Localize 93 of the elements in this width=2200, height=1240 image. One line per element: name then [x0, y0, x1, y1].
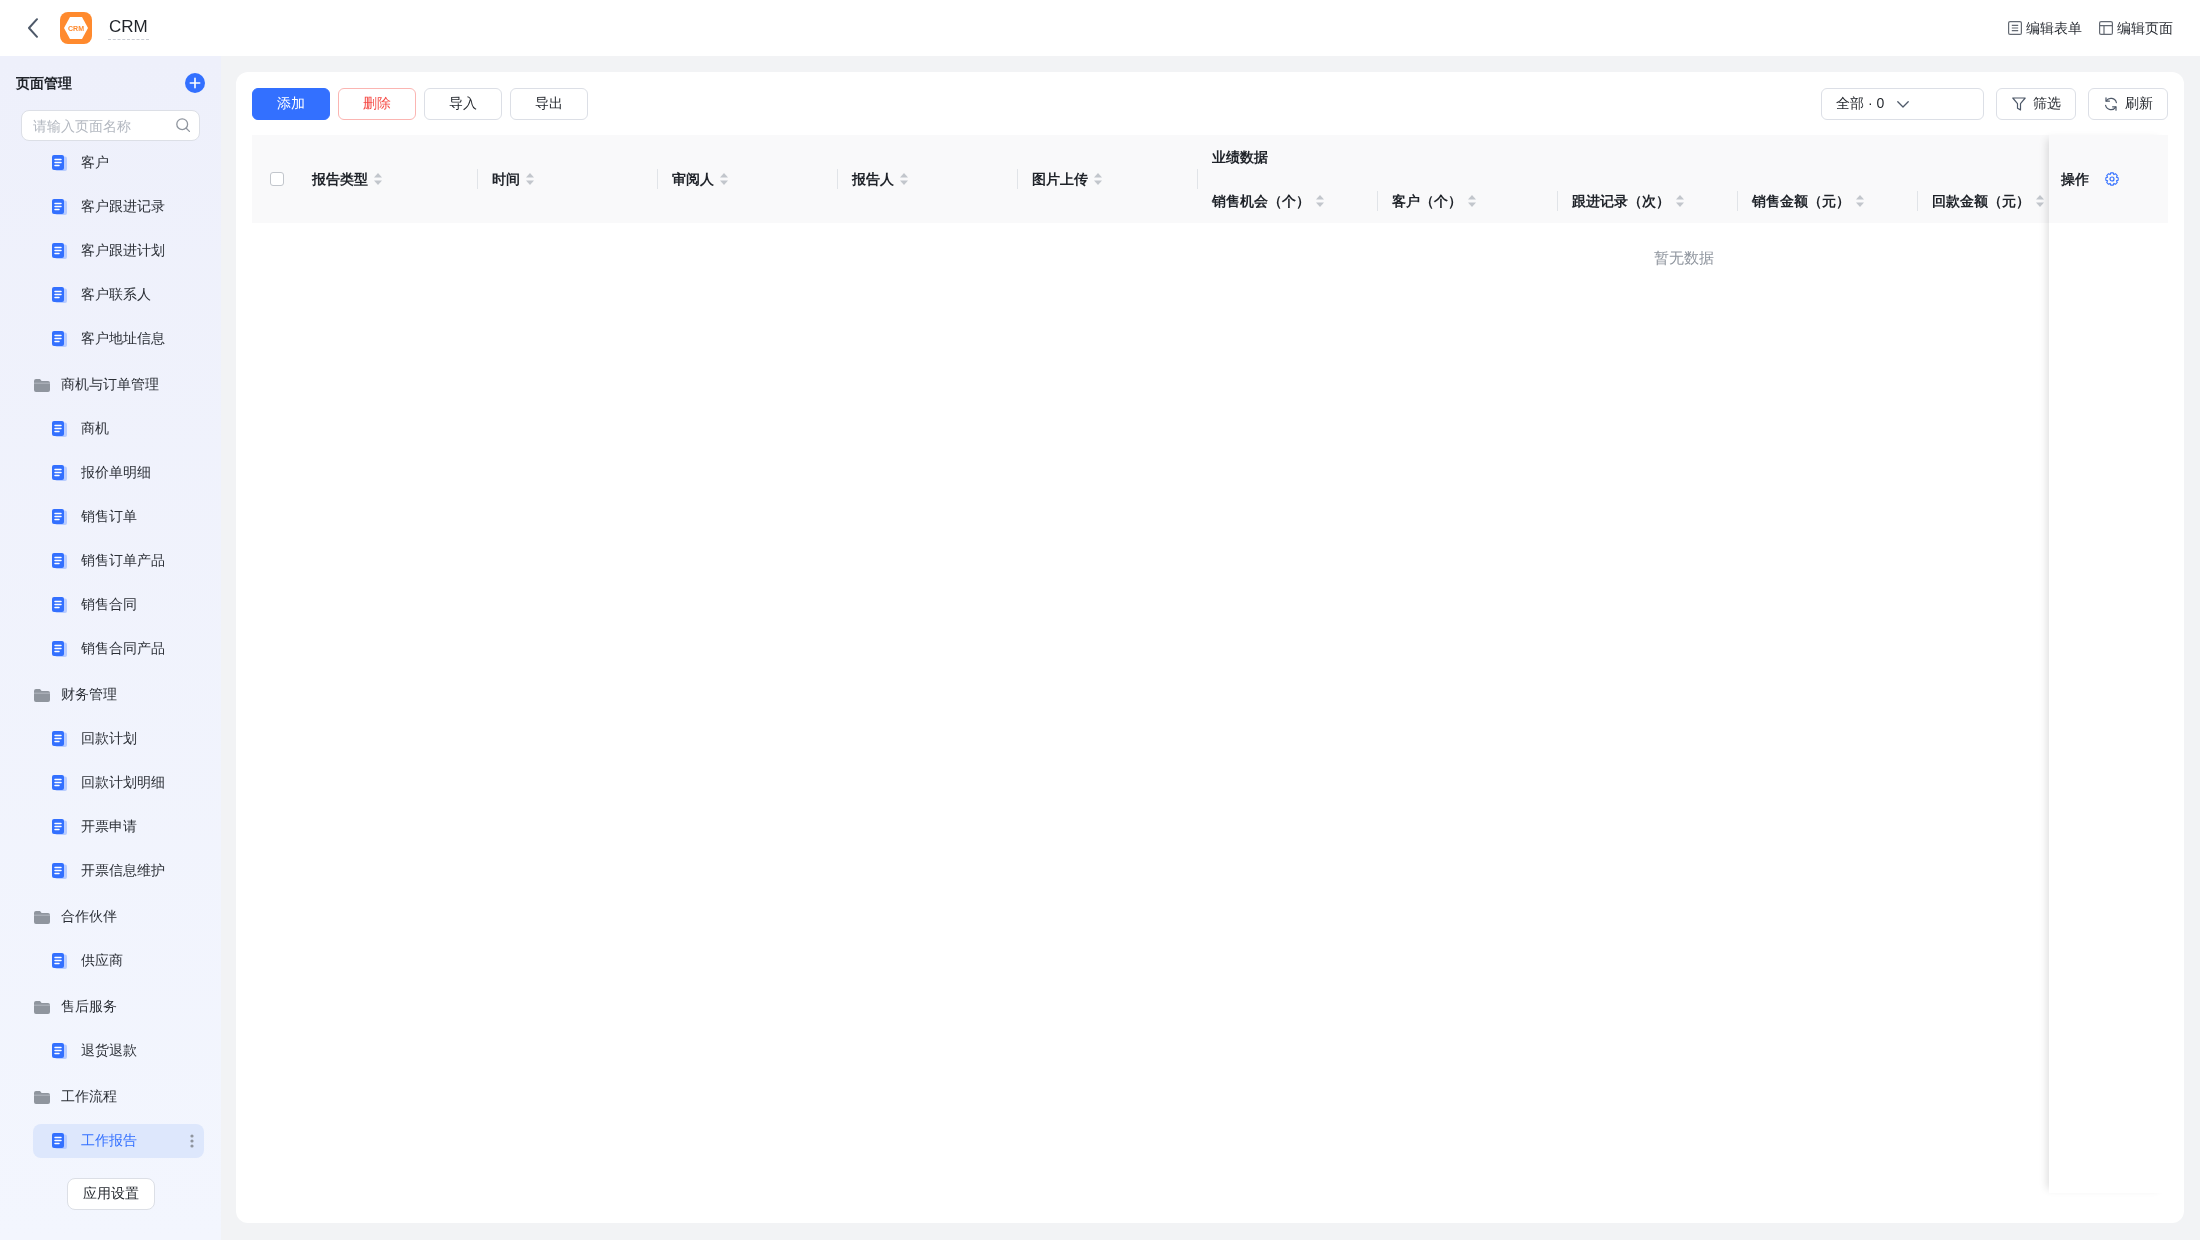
sidebar-item[interactable]: 回款计划	[33, 722, 204, 756]
empty-state-text: 暂无数据	[1654, 249, 1714, 266]
search-icon[interactable]	[176, 118, 190, 132]
column-header: 销售机会（个）	[1212, 192, 1310, 211]
more-icon[interactable]	[190, 1134, 194, 1148]
sidebar-folder[interactable]: 合作伙伴	[24, 900, 204, 934]
settings-icon[interactable]	[2105, 172, 2119, 186]
column-header: 审阅人	[672, 170, 714, 189]
sidebar-item[interactable]: 客户地址信息	[33, 322, 204, 356]
document-icon	[52, 199, 67, 215]
sort-icon[interactable]	[900, 173, 908, 185]
sidebar-item[interactable]: 销售合同	[33, 588, 204, 622]
sort-icon[interactable]	[1094, 173, 1102, 185]
folder-icon	[34, 1000, 50, 1014]
sidebar-item[interactable]: 报价单明细	[33, 456, 204, 490]
toolbar-button[interactable]: 删除	[338, 88, 416, 120]
sidebar-item[interactable]: 客户联系人	[33, 278, 204, 312]
edit-page-button[interactable]: 编辑页面	[2099, 18, 2173, 38]
toolbar-button[interactable]: 导入	[424, 88, 502, 120]
sort-icon[interactable]	[2036, 195, 2044, 207]
sidebar-folder[interactable]: 商机与订单管理	[24, 368, 204, 402]
checkbox[interactable]	[270, 172, 284, 186]
column-header: 销售金额（元）	[1752, 192, 1850, 211]
layout-icon	[2099, 21, 2113, 35]
sidebar-item[interactable]: 客户跟进记录	[33, 190, 204, 224]
document-icon	[52, 863, 67, 879]
edit-form-button[interactable]: 编辑表单	[2008, 18, 2082, 38]
folder-icon	[34, 688, 50, 702]
document-icon	[52, 819, 67, 835]
sort-icon[interactable]	[526, 173, 534, 185]
refresh-icon	[2103, 97, 2118, 111]
view-select[interactable]: 全部 · 0	[1821, 88, 1984, 120]
document-icon	[52, 1133, 67, 1149]
column-header: 回款金额（元）	[1932, 192, 2030, 211]
toolbar-button[interactable]: 添加	[252, 88, 330, 120]
column-header: 客户（个）	[1392, 192, 1462, 211]
sidebar-item[interactable]: 回款计划明细	[33, 766, 204, 800]
sidebar-item[interactable]: 退货退款	[33, 1034, 204, 1068]
sort-icon[interactable]	[1468, 195, 1476, 207]
folder-icon	[34, 378, 50, 392]
sort-icon[interactable]	[1676, 195, 1684, 207]
column-header: 时间	[492, 170, 520, 189]
sort-icon[interactable]	[374, 173, 382, 185]
filter-icon	[2011, 97, 2026, 111]
document-icon	[52, 243, 67, 259]
sidebar-folder[interactable]: 财务管理	[24, 678, 204, 712]
document-icon	[52, 421, 67, 437]
sidebar-folder[interactable]: 售后服务	[24, 990, 204, 1024]
sidebar-item[interactable]: 开票申请	[33, 810, 204, 844]
form-icon	[2008, 21, 2022, 35]
sidebar-title: 页面管理	[16, 74, 72, 93]
toolbar-button[interactable]: 导出	[510, 88, 588, 120]
sidebar-item[interactable]: 客户跟进计划	[33, 234, 204, 268]
sidebar-folder[interactable]: 工作流程	[24, 1080, 204, 1114]
sort-icon[interactable]	[1856, 195, 1864, 207]
document-icon	[52, 553, 67, 569]
document-icon	[52, 641, 67, 657]
document-icon	[52, 597, 67, 613]
sort-icon[interactable]	[720, 173, 728, 185]
sidebar-item[interactable]: 销售订单	[33, 500, 204, 534]
sort-icon[interactable]	[1316, 195, 1324, 207]
column-header: 操作	[2061, 170, 2089, 189]
column-header: 图片上传	[1032, 170, 1088, 189]
column-header: 跟进记录（次）	[1572, 192, 1670, 211]
column-header: 报告类型	[312, 170, 368, 189]
filter-button[interactable]: 筛选	[1996, 88, 2076, 120]
document-icon	[52, 287, 67, 303]
document-icon	[52, 775, 67, 791]
sidebar-item[interactable]: 供应商	[33, 944, 204, 978]
search-field[interactable]: 请输入页面名称	[21, 110, 200, 141]
chevron-down-icon	[1897, 100, 1910, 108]
add-icon[interactable]	[185, 73, 205, 93]
back-icon[interactable]	[27, 18, 39, 38]
document-icon	[52, 953, 67, 969]
app-settings-button[interactable]: 应用设置	[66, 1178, 155, 1210]
document-icon	[52, 155, 67, 171]
folder-icon	[34, 910, 50, 924]
sidebar-item[interactable]: 客户	[33, 146, 204, 180]
document-icon	[52, 331, 67, 347]
column-group-header: 业绩数据	[1212, 148, 1268, 167]
column-header: 报告人	[852, 170, 894, 189]
sidebar-item[interactable]: 商机	[33, 412, 204, 446]
sidebar-item[interactable]: 开票信息维护	[33, 854, 204, 888]
document-icon	[52, 731, 67, 747]
document-icon	[52, 509, 67, 525]
document-icon	[52, 1043, 67, 1059]
refresh-button[interactable]: 刷新	[2088, 88, 2168, 120]
document-icon	[52, 465, 67, 481]
sidebar-item[interactable]: 销售合同产品	[33, 632, 204, 666]
folder-icon	[34, 1090, 50, 1104]
app-title[interactable]: CRM	[108, 16, 149, 40]
sidebar-item[interactable]: 工作报告	[33, 1124, 204, 1158]
sidebar-item[interactable]: 销售订单产品	[33, 544, 204, 578]
